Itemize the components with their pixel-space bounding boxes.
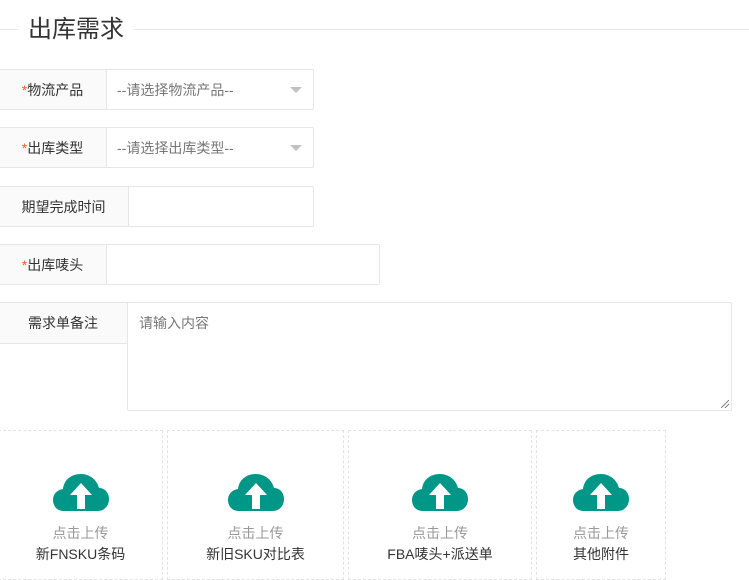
upload-fba-mark[interactable]: 点击上传 FBA唛头+派送单 (348, 430, 532, 580)
outbound-mark-label: * 出库唛头 (0, 245, 107, 284)
outbound-mark-input[interactable] (107, 245, 379, 284)
remark-label: 需求单备注 (0, 302, 128, 344)
cloud-upload-icon (52, 474, 109, 511)
outbound-mark-row: * 出库唛头 (0, 244, 380, 285)
expected-time-input[interactable] (129, 187, 313, 226)
expected-time-label: 期望完成时间 (0, 187, 129, 226)
upload-name: 新旧SKU对比表 (206, 546, 305, 562)
upload-sku-comparison[interactable]: 点击上传 新旧SKU对比表 (167, 430, 344, 580)
logistics-product-select[interactable]: --请选择物流产品-- (107, 70, 313, 109)
logistics-product-label: * 物流产品 (0, 70, 107, 109)
upload-other-attachments[interactable]: 点击上传 其他附件 (536, 430, 666, 580)
upload-hint: 点击上传 (52, 525, 109, 541)
cloud-upload-icon (573, 474, 629, 511)
outbound-type-label: * 出库类型 (0, 128, 107, 167)
chevron-down-icon (290, 86, 302, 93)
upload-name: FBA唛头+派送单 (387, 546, 493, 562)
upload-name: 新FNSKU条码 (35, 546, 126, 562)
outbound-type-row: * 出库类型 --请选择出库类型-- (0, 127, 314, 168)
outbound-type-label-text: 出库类型 (27, 139, 84, 156)
cloud-upload-icon (227, 474, 284, 511)
logistics-product-row: * 物流产品 --请选择物流产品-- (0, 69, 314, 110)
chevron-down-icon (290, 144, 302, 151)
outbound-type-select[interactable]: --请选择出库类型-- (107, 128, 313, 167)
upload-name: 其他附件 (573, 546, 629, 562)
upload-hint: 点击上传 (227, 525, 284, 541)
logistics-product-placeholder: --请选择物流产品-- (117, 81, 234, 98)
outbound-mark-label-text: 出库唛头 (27, 256, 84, 273)
remark-textarea[interactable]: 请输入内容 (127, 302, 732, 411)
upload-hint: 点击上传 (412, 525, 468, 541)
remark-placeholder: 请输入内容 (139, 315, 209, 331)
logistics-product-label-text: 物流产品 (27, 81, 84, 98)
upload-fnsku-barcode[interactable]: 点击上传 新FNSKU条码 (0, 430, 163, 580)
cloud-upload-icon (412, 474, 468, 511)
expected-time-row: 期望完成时间 (0, 186, 314, 227)
upload-hint: 点击上传 (573, 525, 629, 541)
outbound-type-placeholder: --请选择出库类型-- (117, 139, 234, 156)
section-title: 出库需求 (18, 12, 134, 48)
resize-handle[interactable] (721, 400, 729, 408)
